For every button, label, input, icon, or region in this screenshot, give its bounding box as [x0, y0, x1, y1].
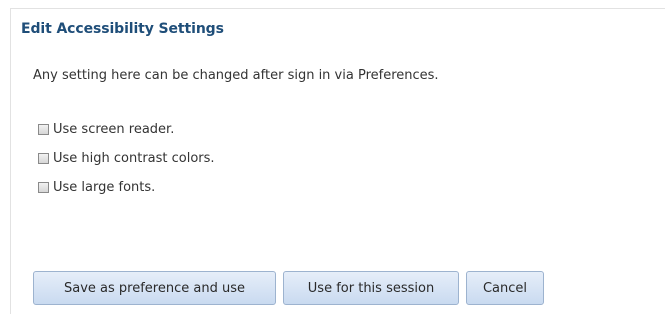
high-contrast-checkbox[interactable] — [38, 153, 49, 164]
screen-reader-checkbox[interactable] — [38, 124, 49, 135]
save-as-preference-button[interactable]: Save as preference and use — [33, 271, 276, 305]
action-buttons: Save as preference and use Use for this … — [33, 271, 551, 305]
preferences-note: Any setting here can be changed after si… — [33, 68, 439, 83]
option-screen-reader[interactable]: Use screen reader. — [38, 121, 215, 138]
option-large-fonts[interactable]: Use large fonts. — [38, 179, 215, 196]
large-fonts-checkbox[interactable] — [38, 182, 49, 193]
dialog-title: Edit Accessibility Settings — [21, 21, 224, 37]
large-fonts-label[interactable]: Use large fonts. — [53, 180, 155, 195]
use-for-session-button[interactable]: Use for this session — [283, 271, 459, 305]
cancel-button[interactable]: Cancel — [466, 271, 544, 305]
high-contrast-label[interactable]: Use high contrast colors. — [53, 151, 215, 166]
accessibility-options: Use screen reader. Use high contrast col… — [38, 121, 215, 208]
screen-reader-label[interactable]: Use screen reader. — [53, 122, 174, 137]
option-high-contrast[interactable]: Use high contrast colors. — [38, 150, 215, 167]
